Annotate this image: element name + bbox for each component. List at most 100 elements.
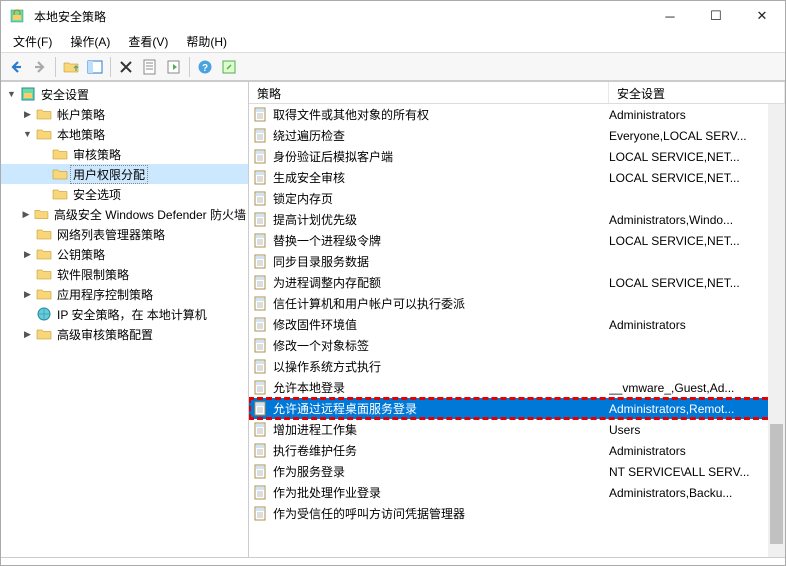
cell-policy: 为进程调整内存配额 xyxy=(273,274,609,291)
cell-setting: LOCAL SERVICE,NET... xyxy=(609,150,785,164)
list-row[interactable]: 锁定内存页 xyxy=(249,188,785,209)
list-row[interactable]: 同步目录服务数据 xyxy=(249,251,785,272)
tree-app-control[interactable]: ▶应用程序控制策略 xyxy=(1,284,248,304)
tree-adv-firewall[interactable]: ▶高级安全 Windows Defender 防火墙 xyxy=(1,204,248,224)
tree-adv-audit[interactable]: ▶高级审核策略配置 xyxy=(1,324,248,344)
cell-policy: 作为批处理作业登录 xyxy=(273,484,609,501)
vertical-scrollbar[interactable] xyxy=(768,104,785,557)
list-row[interactable]: 修改固件环境值Administrators xyxy=(249,314,785,335)
cell-setting: NT SERVICE\ALL SERV... xyxy=(609,465,785,479)
list-row[interactable]: 生成安全审核LOCAL SERVICE,NET... xyxy=(249,167,785,188)
cell-policy: 取得文件或其他对象的所有权 xyxy=(273,106,609,123)
cell-setting: Administrators,Windo... xyxy=(609,213,785,227)
back-button[interactable] xyxy=(5,56,27,78)
delete-button[interactable] xyxy=(115,56,137,78)
scrollbar-thumb[interactable] xyxy=(770,424,783,544)
list-row[interactable]: 执行卷维护任务Administrators xyxy=(249,440,785,461)
menu-file[interactable]: 文件(F) xyxy=(5,31,60,52)
col-header-policy[interactable]: 策略 xyxy=(249,82,609,103)
list-row[interactable]: 允许通过远程桌面服务登录Administrators,Remot... xyxy=(249,398,785,419)
cell-policy: 修改固件环境值 xyxy=(273,316,609,333)
cell-policy: 执行卷维护任务 xyxy=(273,442,609,459)
cell-setting: Administrators xyxy=(609,318,785,332)
toolbar-sep xyxy=(189,57,190,77)
cell-policy: 以操作系统方式执行 xyxy=(273,358,609,375)
tree-ipsec[interactable]: ▶IP 安全策略，在 本地计算机 xyxy=(1,304,248,324)
close-button[interactable]: ✕ xyxy=(739,1,785,31)
help-button[interactable]: ? xyxy=(194,56,216,78)
tree-user-rights[interactable]: ▶用户权限分配 xyxy=(1,164,248,184)
tree-software[interactable]: ▶软件限制策略 xyxy=(1,264,248,284)
menu-help[interactable]: 帮助(H) xyxy=(178,31,235,52)
list-row[interactable]: 增加进程工作集Users xyxy=(249,419,785,440)
cell-policy: 身份验证后模拟客户端 xyxy=(273,148,609,165)
list-row[interactable]: 允许本地登录__vmware_,Guest,Ad... xyxy=(249,377,785,398)
cell-policy: 替换一个进程级令牌 xyxy=(273,232,609,249)
app-window: 本地安全策略 ─ ☐ ✕ 文件(F) 操作(A) 查看(V) 帮助(H) ? ▼… xyxy=(0,0,786,566)
menu-action[interactable]: 操作(A) xyxy=(62,31,118,52)
cell-setting: Administrators,Backu... xyxy=(609,486,785,500)
titlebar: 本地安全策略 ─ ☐ ✕ xyxy=(1,1,785,31)
cell-setting: LOCAL SERVICE,NET... xyxy=(609,276,785,290)
list-pane: 策略 安全设置 取得文件或其他对象的所有权Administrators绕过遍历检… xyxy=(249,82,785,557)
cell-setting: Administrators,Remot... xyxy=(609,402,785,416)
cell-setting: Administrators xyxy=(609,108,785,122)
list-row[interactable]: 以操作系统方式执行 xyxy=(249,356,785,377)
list-row[interactable]: 替换一个进程级令牌LOCAL SERVICE,NET... xyxy=(249,230,785,251)
tree-nlm[interactable]: ▶网络列表管理器策略 xyxy=(1,224,248,244)
tree-security-options[interactable]: ▶安全选项 xyxy=(1,184,248,204)
content-area: ▼安全设置▶帐户策略▼本地策略▶审核策略▶用户权限分配▶安全选项▶高级安全 Wi… xyxy=(1,81,785,557)
cell-policy: 修改一个对象标签 xyxy=(273,337,609,354)
statusbar xyxy=(1,557,785,565)
svg-text:?: ? xyxy=(202,63,208,74)
list-row[interactable]: 取得文件或其他对象的所有权Administrators xyxy=(249,104,785,125)
tree-local-policy[interactable]: ▼本地策略 xyxy=(1,124,248,144)
list-row[interactable]: 作为服务登录NT SERVICE\ALL SERV... xyxy=(249,461,785,482)
list-row[interactable]: 作为批处理作业登录Administrators,Backu... xyxy=(249,482,785,503)
maximize-button[interactable]: ☐ xyxy=(693,1,739,31)
cell-policy: 提高计划优先级 xyxy=(273,211,609,228)
list-header: 策略 安全设置 xyxy=(249,82,785,104)
show-hide-tree-button[interactable] xyxy=(84,56,106,78)
forward-button[interactable] xyxy=(29,56,51,78)
cell-setting: Everyone,LOCAL SERV... xyxy=(609,129,785,143)
toolbar: ? xyxy=(1,53,785,81)
menu-view[interactable]: 查看(V) xyxy=(120,31,176,52)
list-row[interactable]: 信任计算机和用户帐户可以执行委派 xyxy=(249,293,785,314)
export-list-button[interactable] xyxy=(163,56,185,78)
cell-policy: 锁定内存页 xyxy=(273,190,609,207)
cell-policy: 作为受信任的呼叫方访问凭据管理器 xyxy=(273,505,609,522)
list-row[interactable]: 修改一个对象标签 xyxy=(249,335,785,356)
cell-setting: LOCAL SERVICE,NET... xyxy=(609,171,785,185)
cell-policy: 作为服务登录 xyxy=(273,463,609,480)
cell-policy: 绕过遍历检查 xyxy=(273,127,609,144)
list-row[interactable]: 身份验证后模拟客户端LOCAL SERVICE,NET... xyxy=(249,146,785,167)
tree-pane[interactable]: ▼安全设置▶帐户策略▼本地策略▶审核策略▶用户权限分配▶安全选项▶高级安全 Wi… xyxy=(1,82,249,557)
cell-setting: Users xyxy=(609,423,785,437)
tree-audit-policy[interactable]: ▶审核策略 xyxy=(1,144,248,164)
menubar: 文件(F) 操作(A) 查看(V) 帮助(H) xyxy=(1,31,785,53)
cell-policy: 信任计算机和用户帐户可以执行委派 xyxy=(273,295,609,312)
list-body[interactable]: 取得文件或其他对象的所有权Administrators绕过遍历检查Everyon… xyxy=(249,104,785,557)
minimize-button[interactable]: ─ xyxy=(647,1,693,31)
cell-policy: 允许通过远程桌面服务登录 xyxy=(273,400,609,417)
list-row[interactable]: 提高计划优先级Administrators,Windo... xyxy=(249,209,785,230)
col-header-setting[interactable]: 安全设置 xyxy=(609,82,785,103)
toolbar-sep xyxy=(110,57,111,77)
cell-policy: 生成安全审核 xyxy=(273,169,609,186)
cell-setting: LOCAL SERVICE,NET... xyxy=(609,234,785,248)
properties-button[interactable] xyxy=(139,56,161,78)
app-icon xyxy=(9,8,25,24)
list-row[interactable]: 作为受信任的呼叫方访问凭据管理器 xyxy=(249,503,785,524)
cell-policy: 允许本地登录 xyxy=(273,379,609,396)
list-row[interactable]: 为进程调整内存配额LOCAL SERVICE,NET... xyxy=(249,272,785,293)
tree-account-policy[interactable]: ▶帐户策略 xyxy=(1,104,248,124)
list-row[interactable]: 绕过遍历检查Everyone,LOCAL SERV... xyxy=(249,125,785,146)
cell-setting: __vmware_,Guest,Ad... xyxy=(609,381,785,395)
tree-public-key[interactable]: ▶公钥策略 xyxy=(1,244,248,264)
cell-policy: 同步目录服务数据 xyxy=(273,253,609,270)
window-title: 本地安全策略 xyxy=(34,8,106,25)
tree-root[interactable]: ▼安全设置 xyxy=(1,84,248,104)
up-button[interactable] xyxy=(60,56,82,78)
refresh-button[interactable] xyxy=(218,56,240,78)
